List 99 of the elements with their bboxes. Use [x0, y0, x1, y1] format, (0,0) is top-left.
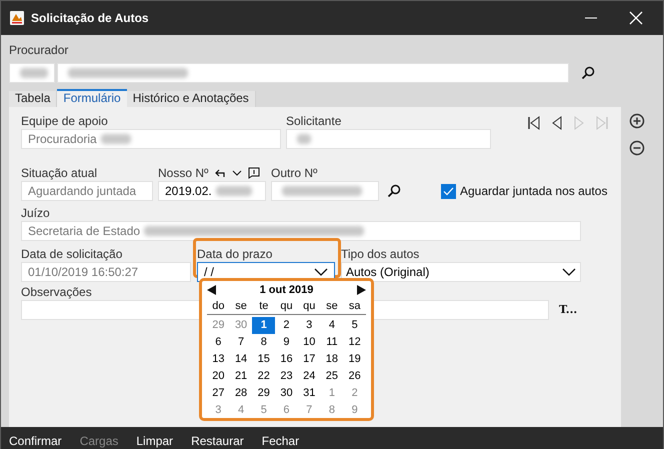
footer-button[interactable]: Confirmar: [9, 432, 62, 449]
undo-icon[interactable]: [214, 168, 226, 178]
calendar-day[interactable]: 2: [352, 385, 358, 402]
tab[interactable]: Histórico e Anotações: [126, 91, 256, 107]
calendar-day[interactable]: 29: [212, 317, 224, 334]
calendar-day[interactable]: 31: [303, 385, 316, 402]
calendar-day[interactable]: 3: [215, 402, 222, 419]
field-label: Observações: [21, 284, 92, 300]
calendar-day[interactable]: 10: [303, 334, 316, 351]
calendar-day[interactable]: 22: [258, 368, 270, 385]
footer-button[interactable]: Restaurar: [191, 432, 244, 449]
footer-button[interactable]: Fechar: [262, 432, 300, 449]
calendar-day[interactable]: 2: [283, 317, 290, 334]
text-field[interactable]: Secretaria de Estado: [21, 221, 581, 241]
calendar-day[interactable]: 15: [258, 351, 270, 368]
chevron-down-icon: [562, 268, 576, 276]
text-button[interactable]: T...: [559, 302, 578, 318]
calendar-day[interactable]: 6: [215, 334, 222, 351]
calendar-month: 1 out 2019: [260, 282, 314, 298]
text-field[interactable]: 01/10/2019 16:50:27: [21, 262, 191, 282]
text-field[interactable]: [286, 129, 491, 149]
text-field[interactable]: Procuradoria: [21, 129, 281, 149]
weekday-label: te: [258, 299, 270, 314]
weekday-label: qu: [279, 299, 294, 314]
search-icon[interactable]: [387, 184, 401, 198]
search-icon[interactable]: [581, 66, 595, 80]
previous-month-icon[interactable]: [207, 285, 216, 295]
text-field[interactable]: 2019.02.: [158, 181, 266, 201]
calendar-day[interactable]: 30: [234, 317, 248, 334]
name-field[interactable]: [57, 63, 569, 83]
calendar-day[interactable]: 5: [260, 402, 267, 419]
calendar-day[interactable]: 8: [260, 334, 267, 351]
weekday-label: sa: [348, 299, 362, 314]
chevron-down-icon[interactable]: [232, 170, 242, 176]
calendar-day[interactable]: 6: [283, 402, 290, 419]
calendar-day[interactable]: 4: [238, 402, 244, 419]
calendar-day[interactable]: 14: [234, 351, 248, 368]
info-note-icon[interactable]: [248, 167, 260, 179]
type-dropdown[interactable]: Autos (Original): [341, 262, 581, 282]
field-label: Situação atual: [21, 165, 98, 181]
text-field[interactable]: [271, 181, 379, 201]
calendar-day[interactable]: 16: [280, 351, 293, 368]
redacted-text: [297, 134, 311, 144]
calendar-day[interactable]: 11: [326, 334, 338, 351]
text-field[interactable]: Aguardando juntada: [21, 181, 153, 201]
redacted-text: [100, 134, 131, 144]
calendar-day[interactable]: 23: [280, 368, 293, 385]
calendar-day[interactable]: 26: [348, 368, 361, 385]
calendar-day[interactable]: 3: [306, 317, 312, 334]
calendar-day[interactable]: 12: [348, 334, 361, 351]
calendar-day[interactable]: 29: [258, 385, 270, 402]
calendar-day[interactable]: 24: [303, 368, 316, 385]
footer-button[interactable]: Limpar: [136, 432, 174, 449]
field-label: Data de solicitação: [21, 246, 122, 262]
calendar-day[interactable]: 8: [328, 402, 335, 419]
remove-icon[interactable]: [629, 140, 645, 156]
calendar-day[interactable]: 9: [352, 402, 358, 419]
code-field[interactable]: [9, 63, 55, 83]
calendar-day[interactable]: 1: [328, 385, 335, 402]
calendar-day[interactable]: 20: [212, 368, 224, 385]
window-title: Solicitação de Autos: [31, 10, 149, 27]
redacted-text: [20, 68, 48, 78]
add-icon[interactable]: [629, 113, 645, 129]
close-icon[interactable]: [629, 11, 643, 25]
field-label: Outro Nº: [271, 165, 318, 181]
weekday-label: qu: [302, 299, 316, 314]
next-month-icon[interactable]: [357, 285, 366, 295]
calendar-day[interactable]: 7: [306, 402, 312, 419]
calendar-day[interactable]: 21: [234, 368, 248, 385]
field-label: Juízo: [21, 205, 50, 221]
calendar-day[interactable]: 1: [252, 317, 276, 334]
calendar-day[interactable]: 18: [326, 351, 338, 368]
calendar-day[interactable]: 13: [212, 351, 224, 368]
field-label: Data do prazo: [197, 246, 272, 262]
weekday-label: do: [211, 299, 226, 314]
checkbox[interactable]: [441, 184, 456, 198]
calendar-day[interactable]: 7: [238, 334, 244, 351]
field-label: Procurador: [9, 43, 68, 57]
calendar-day[interactable]: 19: [348, 351, 361, 368]
field-label: Equipe de apoio: [21, 113, 108, 129]
tab[interactable]: Tabela: [9, 91, 58, 107]
weekday-label: se: [234, 299, 248, 314]
calendar-day[interactable]: 17: [303, 351, 316, 368]
calendar-day[interactable]: 5: [352, 317, 358, 334]
tab[interactable]: Formulário: [57, 89, 127, 107]
checkbox-label: Aguardar juntada nos autos: [460, 183, 608, 200]
app-icon: [9, 10, 25, 26]
field-label: Tipo dos autos: [341, 246, 420, 262]
field-label: Nosso Nº: [158, 165, 208, 181]
weekday-label: se: [325, 299, 339, 314]
calendar-day[interactable]: 27: [212, 385, 224, 402]
calendar-day[interactable]: 28: [234, 385, 248, 402]
chevron-down-icon: [314, 268, 328, 276]
calendar-day[interactable]: 30: [280, 385, 293, 402]
calendar-day[interactable]: 25: [326, 368, 338, 385]
calendar-day[interactable]: 9: [283, 334, 290, 351]
field-label: Solicitante: [286, 113, 342, 129]
redacted-text: [216, 186, 252, 196]
calendar-day[interactable]: 4: [328, 317, 335, 334]
